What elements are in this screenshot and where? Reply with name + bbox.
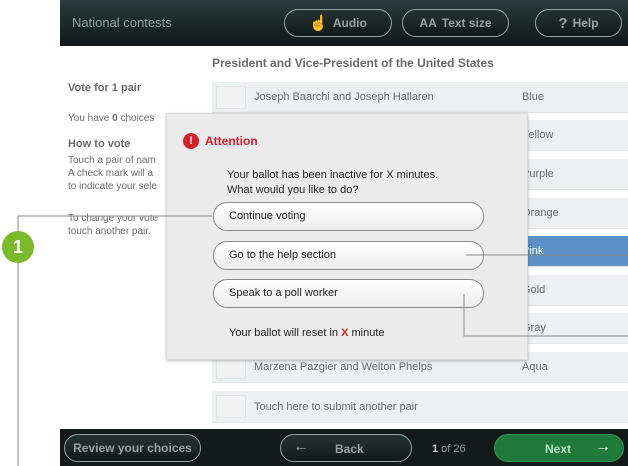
message-line: Your ballot has been inactive for X minu…: [227, 169, 439, 181]
callout-badge: 1: [2, 231, 34, 263]
page-total: of 26: [438, 443, 466, 455]
next-label: Next: [545, 442, 572, 456]
audio-button[interactable]: ☝ Audio: [284, 9, 392, 37]
reset-prefix: Your ballot will reset in: [229, 327, 342, 339]
help-icon: ?: [558, 14, 568, 32]
top-bar: National contests ☝ Audio AA Text size ?…: [60, 0, 628, 46]
contest-context: National contests: [72, 15, 172, 30]
inactivity-dialog: ! Attention Your ballot has been inactiv…: [166, 113, 528, 360]
help-button[interactable]: ? Help: [535, 9, 622, 37]
continue-voting-button[interactable]: Continue voting: [213, 202, 484, 231]
audio-hand-icon: ☝: [309, 15, 328, 32]
help-label: Help: [572, 16, 599, 30]
next-button[interactable]: Next →: [494, 434, 624, 462]
back-button[interactable]: ← Back: [280, 434, 412, 462]
arrow-left-icon: ←: [293, 438, 309, 455]
text-size-label: Text size: [441, 16, 492, 30]
voting-screen: National contests ☝ Audio AA Text size ?…: [0, 0, 628, 466]
reset-suffix: minute: [348, 327, 385, 339]
text-size-button[interactable]: AA Text size: [402, 9, 509, 37]
back-label: Back: [335, 442, 364, 456]
help-section-button[interactable]: Go to the help section: [213, 241, 484, 270]
warning-icon: !: [183, 133, 199, 149]
arrow-right-icon: →: [595, 438, 611, 455]
review-choices-button[interactable]: Review your choices: [64, 434, 201, 462]
dialog-message: Your ballot has been inactive for X minu…: [227, 168, 507, 198]
reset-notice: Your ballot will reset in X minute: [229, 327, 385, 339]
dialog-title: Attention: [205, 134, 258, 148]
message-line: What would you like to do?: [227, 184, 359, 196]
poll-worker-button[interactable]: Speak to a poll worker: [213, 279, 484, 308]
review-label: Review your choices: [73, 441, 192, 455]
page-indicator: 1 of 26: [432, 443, 466, 455]
audio-label: Audio: [332, 16, 367, 30]
text-size-icon: AA: [419, 16, 437, 30]
